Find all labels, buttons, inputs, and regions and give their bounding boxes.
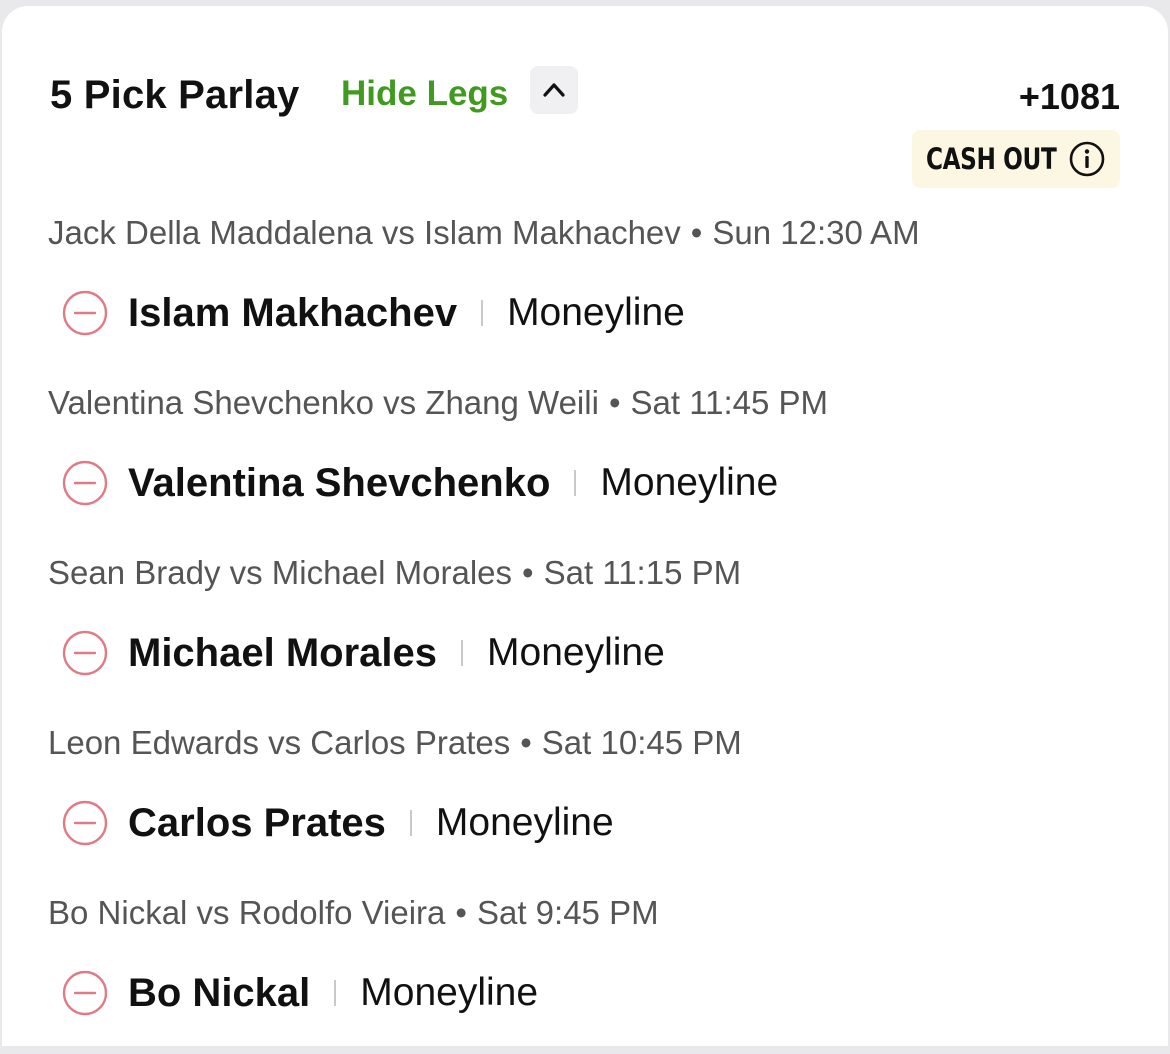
leg-pick-row: Bo Nickal Moneyline xyxy=(48,968,538,1018)
matchup-teams: Bo Nickal vs Rodolfo Vieira xyxy=(48,894,446,931)
pipe-divider xyxy=(574,470,577,496)
leg-pick-row: Islam Makhachev Moneyline xyxy=(48,288,685,338)
leg-matchup: Jack Della Maddalena vs Islam Makhachev •… xyxy=(48,214,920,252)
event-time: Sat 9:45 PM xyxy=(476,894,659,931)
pipe-divider xyxy=(461,640,464,666)
leg-pick-row: Carlos Prates Moneyline xyxy=(48,798,614,848)
pipe-divider xyxy=(334,980,337,1006)
separator-dot: • xyxy=(455,894,467,931)
matchup-teams: Sean Brady vs Michael Morales xyxy=(48,554,513,591)
cash-out-label: CASH OUT xyxy=(926,142,1057,176)
leg-pick-row: Valentina Shevchenko Moneyline xyxy=(48,458,778,508)
matchup-teams: Leon Edwards vs Carlos Prates xyxy=(48,724,511,761)
pick-market: Moneyline xyxy=(487,631,665,674)
leg-matchup: Bo Nickal vs Rodolfo Vieira • Sat 9:45 PM xyxy=(48,894,659,932)
event-time: Sat 11:15 PM xyxy=(543,554,742,591)
info-icon[interactable] xyxy=(1068,140,1106,178)
pipe-divider xyxy=(409,810,412,836)
leg-matchup: Sean Brady vs Michael Morales • Sat 11:15 … xyxy=(48,554,741,592)
parlay-card: 5 Pick Parlay Hide Legs +1081 CASH OUT J… xyxy=(2,6,1168,1046)
leg-item: Bo Nickal vs Rodolfo Vieira • Sat 9:45 PM … xyxy=(48,884,1120,1054)
remove-leg-icon[interactable] xyxy=(60,628,110,678)
pick-market: Moneyline xyxy=(360,971,539,1014)
pick-selection: Bo Nickal xyxy=(128,970,311,1015)
remove-leg-icon[interactable] xyxy=(60,288,110,338)
parlay-title: 5 Pick Parlay xyxy=(50,73,300,117)
pick-selection: Carlos Prates xyxy=(128,800,386,845)
chevron-up-icon xyxy=(543,83,565,97)
pick-selection: Michael Morales xyxy=(128,630,438,675)
event-time: Sat 10:45 PM xyxy=(541,724,742,761)
collapse-toggle-button[interactable] xyxy=(530,66,578,114)
parlay-legs: Jack Della Maddalena vs Islam Makhachev •… xyxy=(48,204,1120,1054)
pick-selection: Valentina Shevchenko xyxy=(128,460,551,505)
remove-leg-icon[interactable] xyxy=(60,798,110,848)
pipe-divider xyxy=(481,300,484,326)
cash-out-button[interactable]: CASH OUT xyxy=(912,130,1120,188)
pick-market: Moneyline xyxy=(435,801,614,844)
leg-item: Leon Edwards vs Carlos Prates • Sat 10:45 … xyxy=(48,714,1120,884)
remove-leg-icon[interactable] xyxy=(60,968,110,1018)
separator-dot: • xyxy=(520,724,532,761)
parlay-header: 5 Pick Parlay Hide Legs +1081 xyxy=(50,66,1120,126)
separator-dot: • xyxy=(522,554,534,591)
leg-item: Valentina Shevchenko vs Zhang Weili • Sat … xyxy=(48,374,1120,544)
separator-dot: • xyxy=(690,214,703,251)
leg-matchup: Valentina Shevchenko vs Zhang Weili • Sat … xyxy=(48,384,828,422)
matchup-teams: Jack Della Maddalena vs Islam Makhachev xyxy=(48,214,681,251)
leg-matchup: Leon Edwards vs Carlos Prates • Sat 10:45 … xyxy=(48,724,742,762)
leg-item: Jack Della Maddalena vs Islam Makhachev •… xyxy=(48,204,1120,374)
pick-selection: Islam Makhachev xyxy=(128,290,458,335)
matchup-teams: Valentina Shevchenko vs Zhang Weili xyxy=(48,384,599,421)
hide-legs-button[interactable]: Hide Legs xyxy=(341,74,508,114)
pick-market: Moneyline xyxy=(600,461,779,504)
event-time: Sat 11:45 PM xyxy=(630,384,829,421)
leg-pick-row: Michael Morales Moneyline xyxy=(48,628,665,678)
remove-leg-icon[interactable] xyxy=(60,458,110,508)
parlay-odds: +1081 xyxy=(1018,76,1120,117)
pick-market: Moneyline xyxy=(507,291,685,334)
event-time: Sun 12:30 AM xyxy=(712,214,920,251)
separator-dot: • xyxy=(608,384,621,421)
leg-item: Sean Brady vs Michael Morales • Sat 11:15 … xyxy=(48,544,1120,714)
